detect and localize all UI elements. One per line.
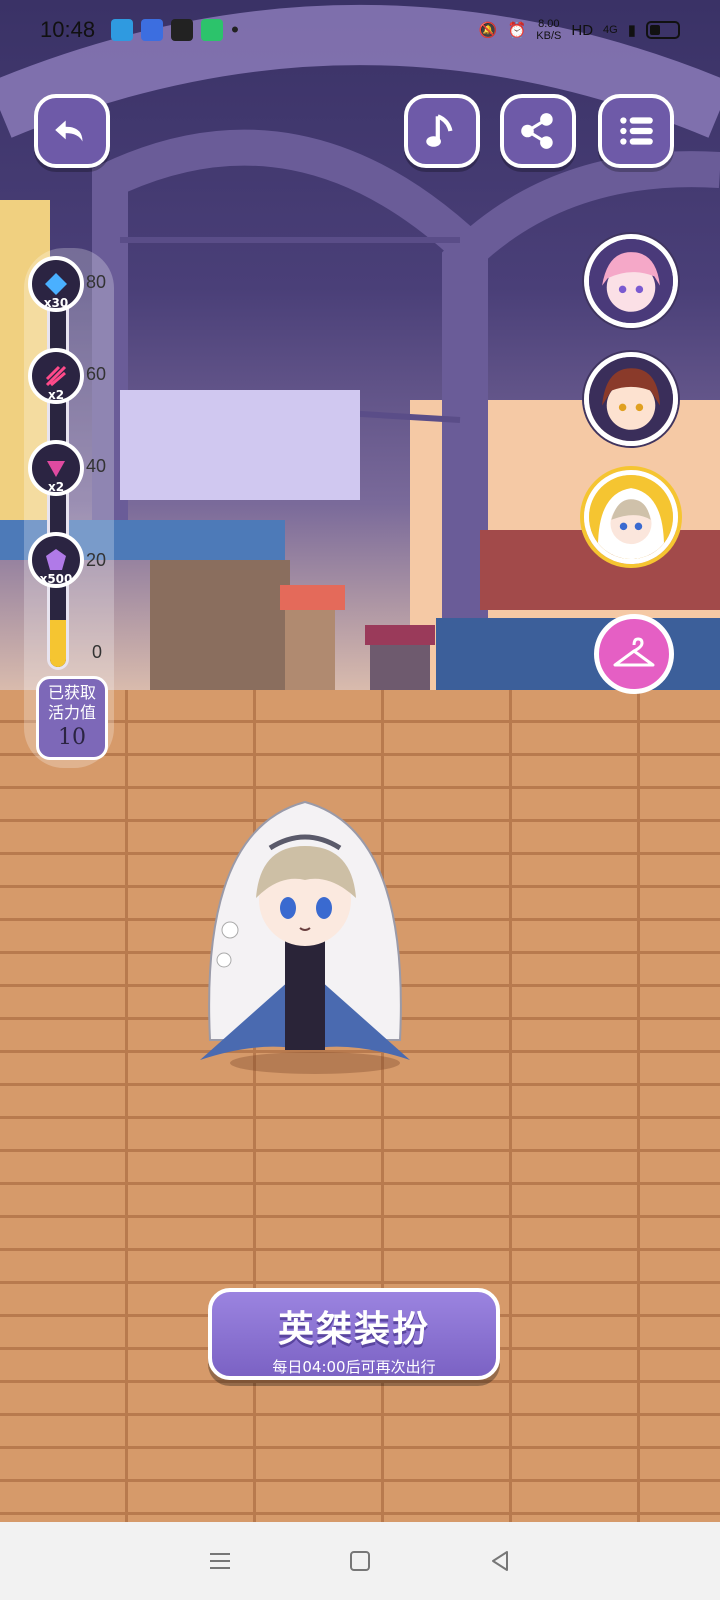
- blue-crystal-icon: [45, 273, 67, 295]
- back-button[interactable]: [34, 94, 110, 168]
- recent-apps-icon[interactable]: [207, 1548, 233, 1574]
- music-note-icon: [426, 114, 453, 147]
- share-icon: [521, 113, 553, 149]
- status-bar: 10:48 • 🔕 ⏰ 8.00 KB/S HD 4G ▮: [0, 0, 720, 60]
- status-indicators: 🔕 ⏰ 8.00 KB/S HD 4G ▮: [479, 18, 680, 42]
- portrait-veiled[interactable]: [584, 470, 678, 564]
- telegram-icon: [111, 19, 134, 41]
- navigation-bar: [0, 1522, 720, 1600]
- media-icon: [171, 19, 194, 41]
- battery-icon: [646, 21, 680, 39]
- hero-dressup-button[interactable]: 英桀装扮 每日04:00后可再次出行: [208, 1288, 500, 1380]
- mute-icon: 🔕: [478, 22, 498, 39]
- portrait-brown-hair[interactable]: [584, 352, 678, 446]
- signal-icon: ▮: [627, 22, 636, 39]
- baidu-icon: [141, 19, 164, 41]
- vitality-value: 10: [58, 725, 86, 750]
- hd-label: HD: [571, 21, 594, 39]
- milestone-count: x500: [39, 572, 73, 586]
- vitality-label: 已获取 活力值: [47, 683, 96, 722]
- tick-label: 40: [86, 456, 107, 476]
- veiled-avatar-icon: [589, 475, 673, 559]
- pink-hair-avatar-icon: [589, 239, 673, 323]
- menu-button[interactable]: [598, 94, 674, 168]
- milestone-count: x30: [43, 296, 69, 310]
- vitality-progress-fill: [50, 620, 66, 667]
- milestone-reward-1[interactable]: x30: [28, 256, 84, 312]
- list-menu-icon: [620, 117, 653, 145]
- tick-label: 20: [86, 550, 107, 570]
- status-time: 10:48: [40, 17, 96, 42]
- brown-hair-avatar-icon: [589, 357, 673, 441]
- tick-label: 80: [86, 272, 107, 292]
- dressup-subtitle: 每日04:00后可再次出行: [272, 1358, 436, 1376]
- pink-gem-icon: [47, 461, 65, 477]
- alarm-icon: ⏰: [507, 22, 527, 39]
- signal-label: 4G: [603, 24, 618, 36]
- tick-label: 0: [92, 642, 103, 662]
- chibi-character[interactable]: [190, 790, 420, 1070]
- back-nav-icon[interactable]: [487, 1548, 513, 1574]
- home-icon[interactable]: [347, 1548, 373, 1574]
- vitality-counter: 已获取 活力值 10: [36, 676, 108, 760]
- milestone-count: x2: [47, 480, 65, 494]
- network-speed: 8.00 KB/S: [536, 18, 562, 42]
- portrait-pink-hair[interactable]: [584, 234, 678, 328]
- share-button[interactable]: [500, 94, 576, 168]
- red-shard-icon: [45, 365, 67, 387]
- dot-icon: •: [231, 17, 239, 42]
- wardrobe-button[interactable]: [594, 614, 674, 694]
- dressup-title: 英桀装扮: [277, 1309, 430, 1350]
- shopping-icon: [201, 19, 224, 41]
- hanger-icon: [613, 637, 655, 667]
- milestone-count: x2: [47, 388, 65, 402]
- milestone-reward-4[interactable]: x500: [28, 532, 84, 588]
- milestone-reward-2[interactable]: x2: [28, 348, 84, 404]
- tick-label: 60: [86, 364, 107, 384]
- music-button[interactable]: [404, 94, 480, 168]
- purple-crystal-icon: [46, 549, 66, 570]
- back-arrow-icon: [55, 120, 83, 142]
- milestone-reward-3[interactable]: x2: [28, 440, 84, 496]
